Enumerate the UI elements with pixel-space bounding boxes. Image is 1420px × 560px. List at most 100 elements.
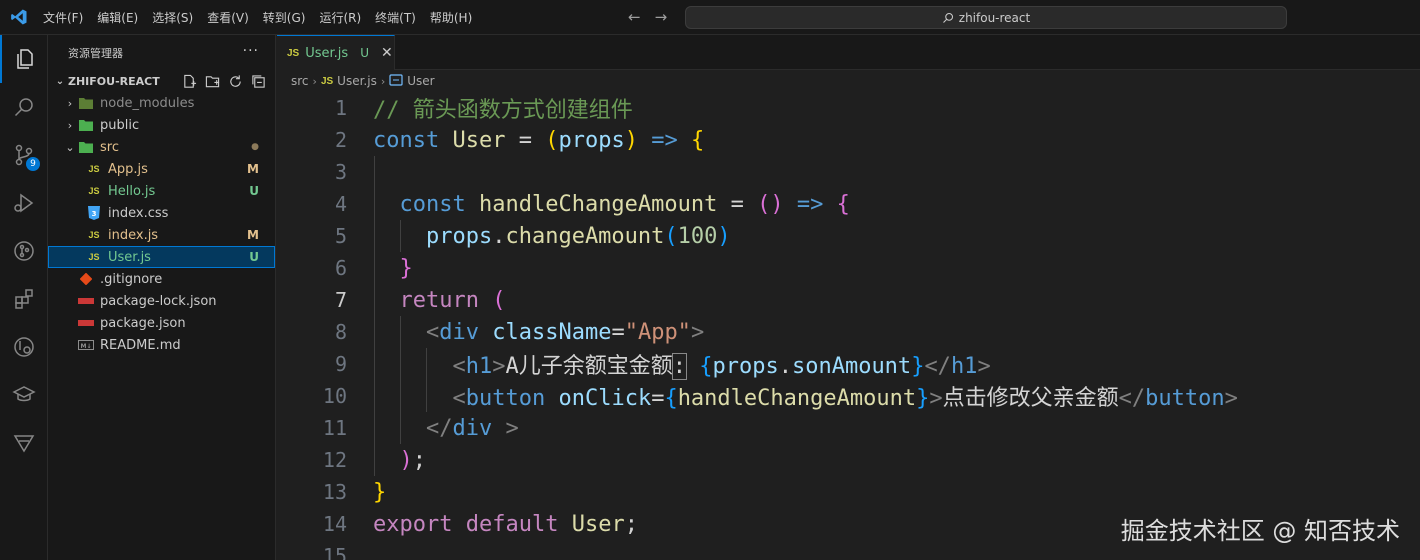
new-file-icon[interactable] — [181, 73, 198, 89]
tree-file-package-lock[interactable]: package-lock.json — [48, 290, 275, 312]
filter-activity[interactable] — [0, 419, 48, 467]
tab-user-js[interactable]: JS User.js U ✕ — [277, 35, 395, 70]
git-status-badge: U — [249, 250, 259, 264]
git-graph-icon — [14, 241, 34, 261]
chevron-right-icon: › — [380, 74, 386, 88]
tree-folder-public[interactable]: › public — [48, 114, 275, 136]
triangle-funnel-icon — [13, 435, 35, 453]
code-text: <button onClick={handleChangeAmount}>点击修… — [452, 386, 1238, 411]
js-file-icon: JS — [88, 164, 100, 174]
tree-file-package-json[interactable]: package.json — [48, 312, 275, 334]
menu-run[interactable]: 运行(R) — [312, 9, 368, 26]
code-editor[interactable]: 1 // 箭头函数方式创建组件 2 const User = (props) =… — [277, 92, 1420, 560]
code-text: <div className="App"> — [425, 319, 705, 345]
breadcrumb-folder[interactable]: src — [291, 74, 309, 88]
forward-arrow-icon[interactable]: → — [655, 8, 668, 26]
line-number: 13 — [322, 480, 347, 504]
breadcrumb-symbol[interactable]: User — [407, 74, 434, 88]
menu-help[interactable]: 帮助(H) — [423, 9, 479, 26]
svg-text:M↓: M↓ — [81, 343, 92, 350]
code-line-12: 12 ); — [277, 444, 1420, 476]
tree-folder-node-modules[interactable]: › node_modules — [48, 92, 275, 114]
menu-selection[interactable]: 选择(S) — [145, 9, 200, 26]
js-file-icon: JS — [88, 186, 100, 196]
svg-text:3: 3 — [92, 210, 97, 218]
tree-folder-src[interactable]: ⌄ src ● — [48, 136, 275, 158]
code-line-1: 1 // 箭头函数方式创建组件 — [277, 92, 1420, 124]
tree-item-label: src — [100, 139, 119, 155]
back-arrow-icon[interactable]: ← — [628, 8, 641, 26]
symbol-class-icon — [389, 73, 403, 89]
tree-item-label: package.json — [100, 315, 186, 331]
menu-view[interactable]: 查看(V) — [200, 9, 256, 26]
navigation-arrows: ← → — [628, 8, 667, 26]
new-folder-icon[interactable] — [204, 73, 221, 89]
line-number: 7 — [334, 288, 347, 312]
tree-item-label: package-lock.json — [100, 293, 217, 309]
code-text: ); — [399, 447, 427, 473]
line-number: 12 — [322, 448, 347, 472]
code-line-4: 4 const handleChangeAmount = () => { — [277, 188, 1420, 220]
tab-git-status: U — [360, 46, 369, 60]
tree-file-gitignore[interactable]: .gitignore — [48, 268, 275, 290]
code-text: const User = (props) => { — [373, 127, 705, 153]
source-control-badge: 9 — [26, 157, 40, 171]
modified-dot: ● — [251, 142, 259, 152]
command-center-search[interactable]: zhifou-react — [685, 6, 1287, 29]
source-control-activity[interactable]: 9 — [0, 131, 48, 179]
menu-edit[interactable]: 编辑(E) — [90, 9, 145, 26]
menu-go[interactable]: 转到(G) — [256, 9, 313, 26]
code-line-6: 6 } — [277, 252, 1420, 284]
tree-item-label: .gitignore — [100, 271, 163, 287]
js-file-icon: JS — [287, 47, 300, 59]
close-icon[interactable]: ✕ — [381, 45, 393, 61]
more-actions-icon[interactable]: ··· — [243, 43, 259, 59]
breadcrumb-file[interactable]: User.js — [337, 74, 377, 88]
remote-activity[interactable] — [0, 323, 48, 371]
search-label: zhifou-react — [958, 10, 1031, 25]
remote-explorer-icon — [14, 337, 34, 357]
chevron-right-icon: › — [67, 118, 73, 132]
js-file-icon: JS — [88, 252, 100, 262]
refresh-icon[interactable] — [227, 73, 244, 89]
tree-item-label: User.js — [108, 249, 151, 265]
run-debug-activity[interactable] — [0, 179, 48, 227]
css-file-icon: 3 — [86, 205, 102, 221]
tree-item-label: index.js — [108, 227, 159, 243]
src-folder-icon — [78, 139, 94, 155]
tree-file-hello-js[interactable]: JS Hello.js U — [48, 180, 275, 202]
menu-file[interactable]: 文件(F) — [36, 9, 90, 26]
chevron-down-icon: ⌄ — [55, 75, 65, 87]
workspace-root[interactable]: ⌄ ZHIFOU-REACT — [48, 70, 275, 92]
tree-file-index-css[interactable]: 3 index.css — [48, 202, 275, 224]
line-number: 4 — [334, 192, 347, 216]
tree-file-app-js[interactable]: JS App.js M — [48, 158, 275, 180]
workspace-name: ZHIFOU-REACT — [68, 74, 160, 88]
line-number: 3 — [334, 160, 347, 184]
public-folder-icon — [78, 117, 94, 133]
code-line-3: 3 — [277, 156, 1420, 188]
chevron-right-icon: › — [67, 96, 73, 110]
menu-terminal[interactable]: 终端(T) — [368, 9, 423, 26]
search-activity[interactable] — [0, 83, 48, 131]
code-line-11: 11 </div > — [277, 412, 1420, 444]
explorer-title: 资源管理器 — [68, 46, 123, 60]
markdown-file-icon: M↓ — [78, 337, 94, 353]
tree-file-user-js[interactable]: JS User.js U — [48, 246, 275, 268]
tree-item-label: App.js — [108, 161, 148, 177]
activity-bar: 9 — [0, 35, 48, 560]
line-number: 2 — [334, 128, 347, 152]
code-line-7: 7 return ( — [277, 284, 1420, 316]
line-number: 15 — [322, 544, 347, 560]
code-text: } — [373, 479, 387, 505]
learning-activity[interactable] — [0, 371, 48, 419]
code-line-5: 5 props.changeAmount(100) — [277, 220, 1420, 252]
tree-file-readme[interactable]: M↓ README.md — [48, 334, 275, 356]
collapse-all-icon[interactable] — [250, 73, 267, 89]
chevron-down-icon: ⌄ — [65, 140, 75, 154]
git-graph-activity[interactable] — [0, 227, 48, 275]
explorer-activity[interactable] — [0, 35, 48, 83]
tree-file-index-js[interactable]: JS index.js M — [48, 224, 275, 246]
tree-item-label: node_modules — [100, 95, 195, 111]
extensions-activity[interactable] — [0, 275, 48, 323]
